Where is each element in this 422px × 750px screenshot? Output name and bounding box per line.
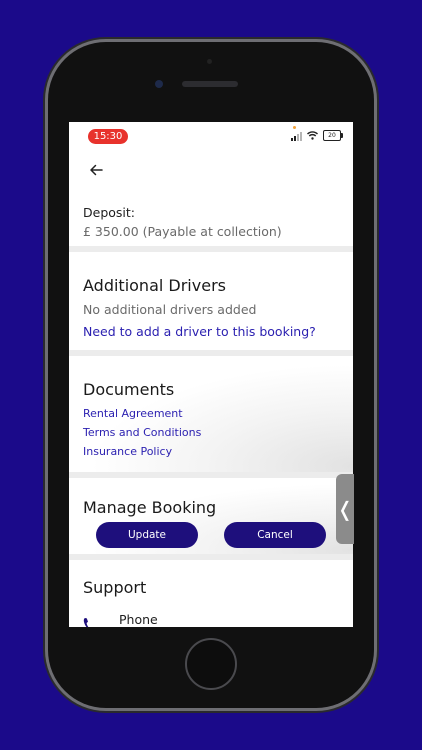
battery-icon: 20 (323, 130, 343, 141)
deposit-label: Deposit: (83, 205, 135, 220)
status-time: 15:30 (88, 129, 128, 144)
documents-title: Documents (83, 380, 175, 399)
documents-card: Documents Rental Agreement Terms and Con… (69, 356, 353, 472)
cancel-button[interactable]: Cancel (224, 522, 326, 548)
add-driver-link[interactable]: Need to add a driver to this booking? (83, 324, 316, 339)
app-screen: 15:30 20 Deposit: £ 350.00 (Payable at c… (69, 122, 353, 627)
support-card: Support Phone (69, 560, 353, 627)
phone-icon (83, 618, 89, 627)
status-bar: 15:30 20 (69, 122, 353, 150)
top-nav-bar (69, 150, 353, 189)
support-title: Support (83, 578, 147, 597)
home-button[interactable] (185, 638, 237, 690)
update-button[interactable]: Update (96, 522, 198, 548)
support-phone-label[interactable]: Phone (119, 612, 158, 627)
signal-icon (291, 131, 302, 141)
mic-indicator (293, 126, 296, 129)
earpiece-speaker (182, 81, 238, 87)
manage-booking-title: Manage Booking (83, 498, 217, 517)
insurance-policy-link[interactable]: Insurance Policy (83, 445, 172, 458)
manage-booking-card: Manage Booking Update Cancel (69, 478, 353, 554)
additional-drivers-title: Additional Drivers (83, 276, 226, 295)
terms-conditions-link[interactable]: Terms and Conditions (83, 426, 201, 439)
booking-details-scroll[interactable]: Deposit: £ 350.00 (Payable at collection… (69, 188, 353, 627)
arrow-left-icon[interactable] (89, 164, 103, 176)
rental-agreement-link[interactable]: Rental Agreement (83, 407, 183, 420)
wifi-icon (307, 131, 318, 140)
front-camera (155, 80, 163, 88)
proximity-sensor (207, 59, 212, 64)
deposit-value: £ 350.00 (Payable at collection) (83, 224, 282, 239)
side-drawer-handle[interactable]: ❬ (336, 474, 354, 544)
deposit-card: Deposit: £ 350.00 (Payable at collection… (69, 188, 353, 246)
additional-drivers-card: Additional Drivers No additional drivers… (69, 252, 353, 350)
no-drivers-text: No additional drivers added (83, 302, 257, 317)
